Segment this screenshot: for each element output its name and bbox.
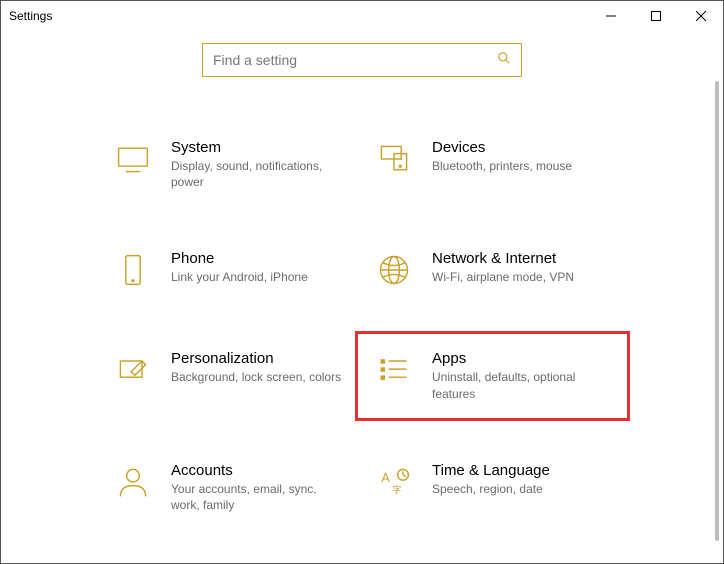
tile-desc: Background, lock screen, colors [171,369,341,385]
svg-text:A: A [381,471,390,485]
tile-label: Phone [171,250,308,267]
tile-desc: Uninstall, defaults, optional features [432,369,607,401]
tile-apps[interactable]: Apps Uninstall, defaults, optional featu… [372,348,613,403]
tile-label: Personalization [171,350,341,367]
tile-label: Apps [432,350,607,367]
devices-icon [374,139,414,179]
search-input[interactable] [213,52,497,68]
tile-label: Accounts [171,462,346,479]
tile-system[interactable]: System Display, sound, notifications, po… [111,137,352,192]
tile-phone[interactable]: Phone Link your Android, iPhone [111,248,352,292]
phone-icon [113,250,153,290]
minimize-button[interactable] [588,1,633,31]
network-icon [374,250,414,290]
scrollbar[interactable] [715,81,719,541]
minimize-icon [606,11,616,21]
tile-desc: Speech, region, date [432,481,550,497]
settings-grid: System Display, sound, notifications, po… [1,137,723,515]
tile-desc: Wi-Fi, airplane mode, VPN [432,269,574,285]
tile-devices[interactable]: Devices Bluetooth, printers, mouse [372,137,613,192]
tile-desc: Link your Android, iPhone [171,269,308,285]
search-icon [497,51,511,70]
maximize-icon [651,11,661,21]
window-title: Settings [9,9,52,23]
tile-label: Time & Language [432,462,550,479]
window-controls [588,1,723,31]
close-icon [696,11,706,21]
tile-accounts[interactable]: Accounts Your accounts, email, sync, wor… [111,460,352,515]
tile-personalization[interactable]: Personalization Background, lock screen,… [111,348,352,403]
time-icon: A字 [374,462,414,502]
personalization-icon [113,350,153,390]
apps-icon [374,350,414,390]
system-icon [113,139,153,179]
tile-time[interactable]: A字 Time & Language Speech, region, date [372,460,613,515]
tile-desc: Display, sound, notifications, power [171,158,346,190]
close-button[interactable] [678,1,723,31]
search-box[interactable] [202,43,522,77]
svg-text:字: 字 [392,484,401,495]
tile-desc: Your accounts, email, sync, work, family [171,481,346,513]
tile-network[interactable]: Network & Internet Wi-Fi, airplane mode,… [372,248,613,292]
tile-desc: Bluetooth, printers, mouse [432,158,572,174]
tile-label: Devices [432,139,572,156]
accounts-icon [113,462,153,502]
tile-label: System [171,139,346,156]
maximize-button[interactable] [633,1,678,31]
tile-label: Network & Internet [432,250,574,267]
